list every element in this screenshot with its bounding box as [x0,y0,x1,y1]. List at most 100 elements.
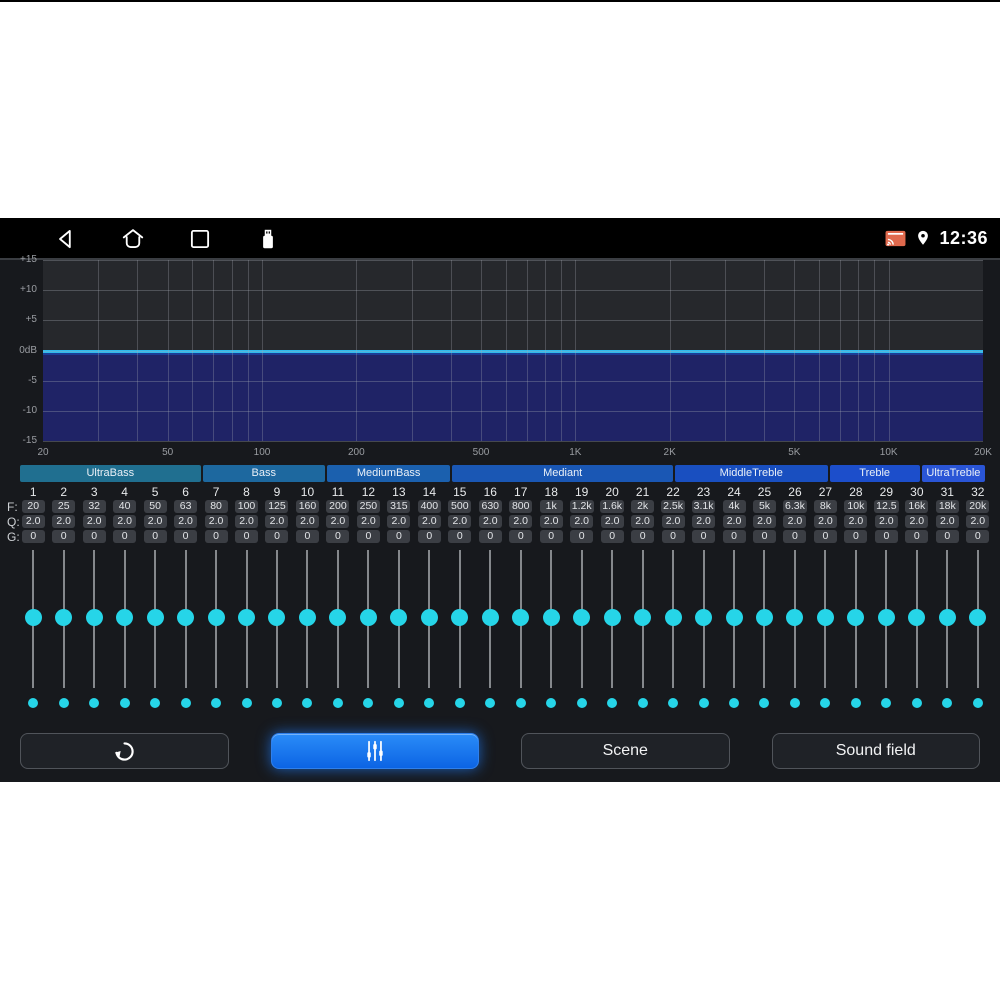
q-value-chip[interactable]: 2.0 [905,515,929,528]
gain-slider[interactable] [749,550,779,688]
frequency-value-chip[interactable]: 63 [174,500,198,513]
gain-slider[interactable] [323,550,353,688]
slider-knob[interactable] [847,609,865,626]
frequency-value-chip[interactable]: 125 [265,500,289,513]
gain-value-chip[interactable]: 0 [21,530,45,543]
slider-knob[interactable] [725,609,743,626]
gain-value-chip[interactable]: 0 [113,530,137,543]
gain-value-chip[interactable]: 0 [722,530,746,543]
frequency-value-chip[interactable]: 10k [844,500,868,513]
frequency-value-chip[interactable]: 32 [82,500,106,513]
gain-slider[interactable] [231,550,261,688]
q-value-chip[interactable]: 2.0 [235,515,259,528]
slider-knob[interactable] [24,609,42,626]
slider-knob[interactable] [481,609,499,626]
frequency-value-chip[interactable]: 200 [326,500,350,513]
slider-knob[interactable] [55,609,73,626]
frequency-value-chip[interactable]: 250 [356,500,380,513]
gain-slider[interactable] [79,550,109,688]
slider-knob[interactable] [969,609,987,626]
back-icon[interactable] [53,226,79,252]
slider-knob[interactable] [695,609,713,626]
q-value-chip[interactable]: 2.0 [539,515,563,528]
q-value-chip[interactable]: 2.0 [21,515,45,528]
gain-value-chip[interactable]: 0 [82,530,106,543]
gain-slider[interactable] [841,550,871,688]
reset-button[interactable] [20,733,229,769]
gain-slider[interactable] [627,550,657,688]
q-value-chip[interactable]: 2.0 [478,515,502,528]
home-icon[interactable] [120,226,146,252]
q-value-chip[interactable]: 2.0 [326,515,350,528]
gain-slider[interactable] [170,550,200,688]
frequency-value-chip[interactable]: 40 [113,500,137,513]
band-header-bass[interactable]: Bass [202,465,325,482]
slider-knob[interactable] [451,609,469,626]
gain-value-chip[interactable]: 0 [570,530,594,543]
q-value-chip[interactable]: 2.0 [722,515,746,528]
band-header-mediant[interactable]: Mediant [452,465,674,482]
q-value-chip[interactable]: 2.0 [82,515,106,528]
gain-value-chip[interactable]: 0 [326,530,350,543]
band-header-treble[interactable]: Treble [829,465,920,482]
gain-slider[interactable] [780,550,810,688]
q-value-chip[interactable]: 2.0 [387,515,411,528]
slider-knob[interactable] [207,609,225,626]
gain-slider[interactable] [262,550,292,688]
gain-value-chip[interactable]: 0 [661,530,685,543]
slider-knob[interactable] [116,609,134,626]
slider-knob[interactable] [938,609,956,626]
q-value-chip[interactable]: 2.0 [52,515,76,528]
band-header-ultratreble[interactable]: UltraTreble [921,465,985,482]
gain-slider[interactable] [48,550,78,688]
gain-value-chip[interactable]: 0 [478,530,502,543]
q-value-chip[interactable]: 2.0 [935,515,959,528]
scene-button[interactable]: Scene [521,733,730,769]
slider-knob[interactable] [603,609,621,626]
gain-value-chip[interactable]: 0 [631,530,655,543]
gain-slider[interactable] [109,550,139,688]
sound-field-button[interactable]: Sound field [771,733,980,769]
gain-slider[interactable] [414,550,444,688]
gain-slider[interactable] [963,550,993,688]
slider-knob[interactable] [908,609,926,626]
frequency-value-chip[interactable]: 315 [387,500,411,513]
gain-value-chip[interactable]: 0 [692,530,716,543]
frequency-value-chip[interactable]: 20k [966,500,990,513]
q-value-chip[interactable]: 2.0 [692,515,716,528]
frequency-value-chip[interactable]: 1k [539,500,563,513]
q-value-chip[interactable]: 2.0 [752,515,776,528]
q-value-chip[interactable]: 2.0 [448,515,472,528]
frequency-value-chip[interactable]: 1.6k [600,500,625,513]
recents-icon[interactable] [187,226,213,252]
slider-knob[interactable] [85,609,103,626]
gain-slider[interactable] [384,550,414,688]
gain-value-chip[interactable]: 0 [966,530,990,543]
gain-slider[interactable] [566,550,596,688]
gain-value-chip[interactable]: 0 [935,530,959,543]
frequency-value-chip[interactable]: 18k [935,500,959,513]
gain-value-chip[interactable]: 0 [509,530,533,543]
gain-value-chip[interactable]: 0 [174,530,198,543]
frequency-value-chip[interactable]: 8k [813,500,837,513]
slider-knob[interactable] [816,609,834,626]
gain-slider[interactable] [445,550,475,688]
gain-slider[interactable] [688,550,718,688]
gain-slider[interactable] [506,550,536,688]
usb-drive-icon[interactable] [255,226,281,252]
gain-value-chip[interactable]: 0 [600,530,624,543]
q-value-chip[interactable]: 2.0 [966,515,990,528]
slider-knob[interactable] [634,609,652,626]
gain-slider[interactable] [536,550,566,688]
frequency-value-chip[interactable]: 4k [722,500,746,513]
gain-slider[interactable] [932,550,962,688]
slider-knob[interactable] [664,609,682,626]
slider-knob[interactable] [786,609,804,626]
frequency-value-chip[interactable]: 12.5 [874,500,899,513]
gain-value-chip[interactable]: 0 [356,530,380,543]
gain-slider[interactable] [597,550,627,688]
gain-value-chip[interactable]: 0 [874,530,898,543]
gain-value-chip[interactable]: 0 [235,530,259,543]
gain-slider[interactable] [719,550,749,688]
gain-slider[interactable] [292,550,322,688]
